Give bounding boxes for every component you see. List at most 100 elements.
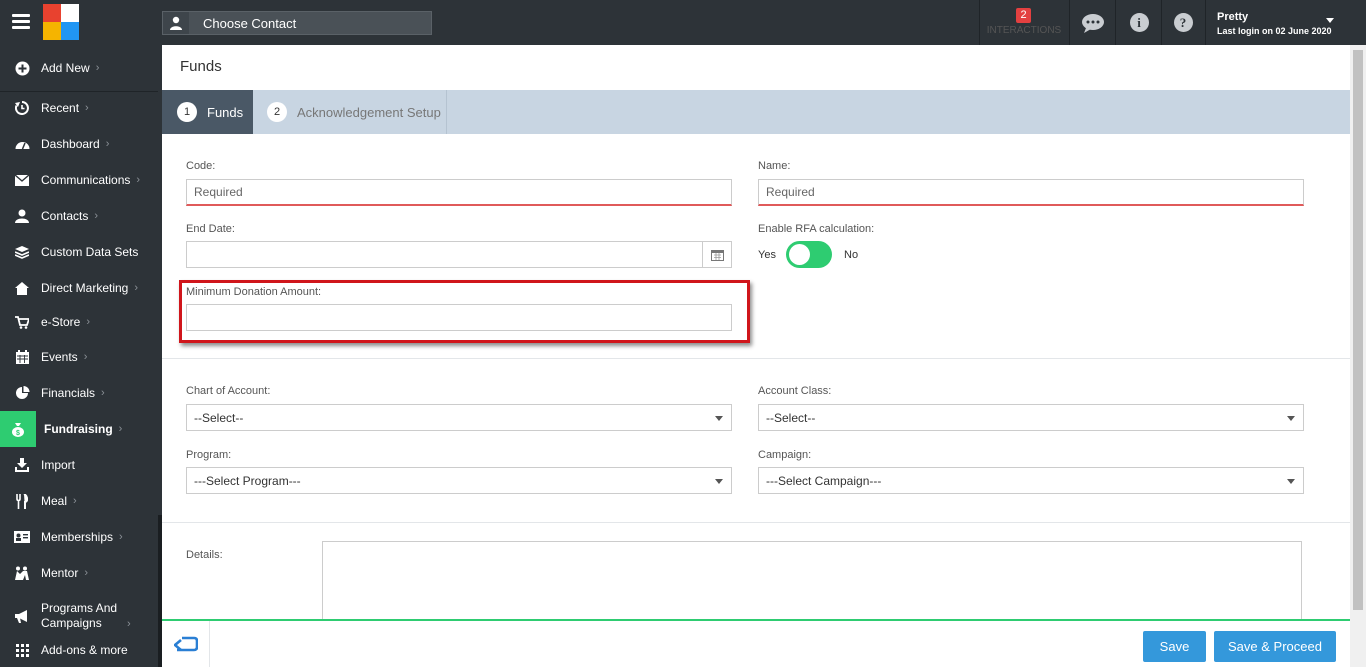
sidebar-item-meal[interactable]: Meal › <box>0 483 158 519</box>
user-name: Pretty <box>1217 11 1249 23</box>
chart-icon <box>14 386 30 400</box>
rfa-label: Enable RFA calculation: <box>758 223 875 235</box>
tab-acknowledgement-setup[interactable]: 2 Acknowledgement Setup <box>253 90 447 134</box>
min-donation-label: Minimum Donation Amount: <box>186 286 322 298</box>
scrollbar-thumb[interactable] <box>1353 50 1363 610</box>
chevron-right-icon: › <box>84 567 89 579</box>
choose-contact-field[interactable]: Choose Contact <box>162 11 432 35</box>
sidebar-item-label: Contacts <box>41 209 89 223</box>
chevron-right-icon: › <box>119 531 123 543</box>
details-label: Details: <box>186 549 223 561</box>
contact-user-icon <box>163 12 189 34</box>
step-label: Funds <box>207 104 244 120</box>
info-icon[interactable]: i <box>1117 0 1161 45</box>
sidebar-item-direct-marketing[interactable]: Direct Marketing › <box>0 270 158 306</box>
sidebar-item-fundraising[interactable]: $ Fundraising › <box>0 411 158 447</box>
program-label: Program: <box>186 449 232 461</box>
sidebar-item-dashboard[interactable]: Dashboard › <box>0 126 158 162</box>
save-proceed-button[interactable]: Save & Proceed <box>1214 631 1336 662</box>
chevron-right-icon: › <box>127 617 131 630</box>
divider <box>162 358 1350 359</box>
chevron-right-icon: › <box>83 351 88 363</box>
program-select[interactable]: ---Select Program--- <box>186 467 732 494</box>
chevron-down-icon <box>715 479 723 484</box>
chevron-right-icon: › <box>118 423 123 435</box>
layers-icon <box>14 245 30 259</box>
sidebar-item-label: Dashboard <box>41 137 100 151</box>
chat-icon[interactable] <box>1071 0 1115 45</box>
chevron-right-icon: › <box>85 102 89 114</box>
sidebar-item-financials[interactable]: Financials › <box>0 375 158 411</box>
chevron-down-icon <box>715 416 723 421</box>
help-icon[interactable]: ? <box>1161 0 1205 45</box>
rfa-no-label: No <box>844 249 859 261</box>
sidebar-item-label: Programs And Campaigns › <box>41 600 131 630</box>
sidebar-item-label: Fundraising <box>44 422 113 436</box>
account-class-select[interactable]: --Select-- <box>758 404 1304 431</box>
interactions-label: INTERACTIONS <box>986 25 1062 36</box>
mentor-icon <box>14 566 30 580</box>
end-date-field[interactable] <box>186 241 732 268</box>
user-menu-caret-icon[interactable] <box>1326 18 1334 23</box>
sidebar-item-label: Custom Data Sets <box>41 245 139 259</box>
code-placeholder: Required <box>194 185 243 199</box>
selected-value: ---Select Program--- <box>194 473 301 488</box>
chart-of-account-label: Chart of Account: <box>186 385 271 397</box>
chevron-right-icon: › <box>73 495 77 507</box>
svg-text:$: $ <box>16 430 20 437</box>
home-icon <box>14 281 30 295</box>
selected-value: ---Select Campaign--- <box>766 473 882 488</box>
sidebar-item-contacts[interactable]: Contacts › <box>0 198 158 234</box>
min-donation-field[interactable] <box>186 304 732 331</box>
save-button[interactable]: Save <box>1143 631 1206 662</box>
app-logo[interactable] <box>43 4 79 40</box>
user-menu[interactable]: Pretty Last login on 02 June 2020 <box>1217 11 1332 36</box>
grid-icon <box>14 643 30 657</box>
id-card-icon <box>14 531 30 543</box>
sidebar: Add New › Recent › Dashboard › Communicatio… <box>0 45 162 667</box>
user-icon <box>14 209 30 223</box>
name-label: Name: <box>758 160 791 172</box>
chevron-right-icon: › <box>136 174 141 186</box>
tab-funds[interactable]: 1 Funds <box>162 90 253 134</box>
rfa-toggle[interactable] <box>786 241 832 268</box>
choose-contact-label: Choose Contact <box>203 16 297 31</box>
sidebar-item-mentor[interactable]: Mentor › <box>0 555 158 591</box>
sidebar-item-custom-data-sets[interactable]: Custom Data Sets <box>0 234 158 270</box>
sidebar-item-recent[interactable]: Recent › <box>0 90 158 126</box>
sidebar-item-label: Communications <box>41 173 131 187</box>
step-number: 1 <box>177 102 197 122</box>
chart-of-account-select[interactable]: --Select-- <box>186 404 732 431</box>
code-field[interactable]: Required <box>186 179 732 206</box>
footer-bar: Save Save & Proceed <box>162 619 1350 667</box>
account-class-label: Account Class: <box>758 385 832 397</box>
plus-circle-icon <box>14 61 30 76</box>
sidebar-item-label: Add New <box>41 61 90 75</box>
toggle-knob <box>789 244 810 265</box>
utensils-icon <box>14 493 30 509</box>
sidebar-item-label: Financials <box>41 386 96 400</box>
rfa-yes-label: Yes <box>758 249 776 261</box>
sidebar-item-communications[interactable]: Communications › <box>0 162 158 198</box>
interactions-count-badge: 2 <box>1016 8 1031 23</box>
sidebar-item-memberships[interactable]: Memberships › <box>0 519 158 555</box>
campaign-select[interactable]: ---Select Campaign--- <box>758 467 1304 494</box>
sidebar-item-add-ons[interactable]: Add-ons & more <box>0 632 158 667</box>
interactions-button[interactable]: 2 INTERACTIONS <box>980 0 1068 45</box>
cart-icon <box>14 315 30 329</box>
sidebar-item-label: Memberships <box>41 530 114 544</box>
chevron-right-icon: › <box>101 387 105 399</box>
calendar-picker-icon[interactable] <box>702 242 731 267</box>
back-icon[interactable] <box>162 621 210 667</box>
name-field[interactable]: Required <box>758 179 1304 206</box>
sidebar-item-import[interactable]: Import <box>0 447 158 483</box>
import-icon <box>14 458 30 472</box>
sidebar-item-e-store[interactable]: e-Store › <box>0 304 158 340</box>
sidebar-item-programs-and-campaigns[interactable]: Programs And Campaigns › <box>0 596 158 636</box>
megaphone-icon <box>14 609 30 623</box>
sidebar-item-label: Add-ons & more <box>41 643 128 657</box>
sidebar-item-events[interactable]: Events › <box>0 339 158 375</box>
hamburger-menu-icon[interactable] <box>12 14 30 30</box>
page-scrollbar[interactable] <box>1350 45 1366 667</box>
sidebar-item-add-new[interactable]: Add New › <box>0 50 158 86</box>
